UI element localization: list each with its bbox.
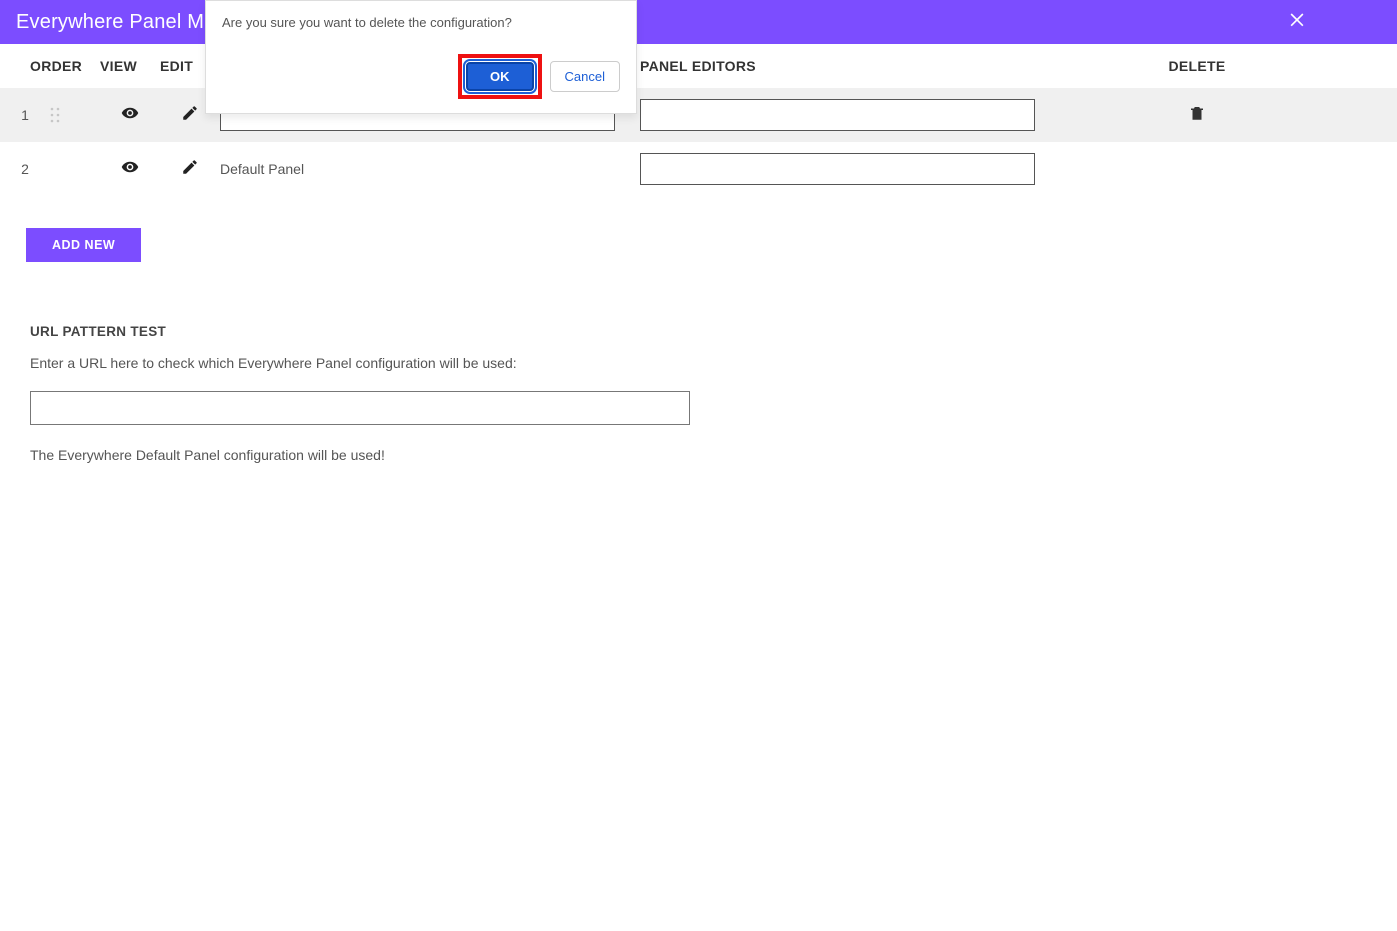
col-view: VIEW	[100, 58, 160, 74]
confirm-dialog: Are you sure you want to delete the conf…	[205, 0, 637, 114]
panel-editors-input[interactable]	[640, 99, 1035, 131]
row-number: 1	[0, 107, 50, 123]
col-panel-editors: PANEL EDITORS	[640, 58, 1040, 74]
col-order: ORDER	[0, 58, 100, 74]
highlight-annotation: OK	[458, 54, 542, 99]
url-test-result: The Everywhere Default Panel configurati…	[30, 447, 1397, 463]
trash-icon[interactable]	[1188, 110, 1206, 127]
table-row: 2 Default Panel	[0, 142, 1397, 196]
row-number: 2	[0, 161, 50, 177]
url-test-heading: URL PATTERN TEST	[30, 324, 1397, 339]
pencil-icon[interactable]	[160, 158, 220, 181]
dialog-message: Are you sure you want to delete the conf…	[222, 15, 620, 30]
url-test-description: Enter a URL here to check which Everywhe…	[30, 355, 1397, 371]
close-icon[interactable]	[1287, 12, 1307, 32]
col-delete: DELETE	[1117, 58, 1277, 74]
page-title: Everywhere Panel Ma	[16, 11, 215, 34]
cancel-button[interactable]: Cancel	[550, 61, 620, 92]
panel-editors-input[interactable]	[640, 153, 1035, 185]
ok-button[interactable]: OK	[466, 62, 534, 91]
drag-handle-icon[interactable]	[50, 107, 60, 123]
url-test-input[interactable]	[30, 391, 690, 425]
add-new-button[interactable]: ADD NEW	[26, 228, 141, 262]
eye-icon[interactable]	[100, 158, 160, 181]
url-pattern-test: URL PATTERN TEST Enter a URL here to che…	[30, 324, 1397, 463]
eye-icon[interactable]	[100, 104, 160, 127]
panel-label: Default Panel	[220, 161, 620, 177]
